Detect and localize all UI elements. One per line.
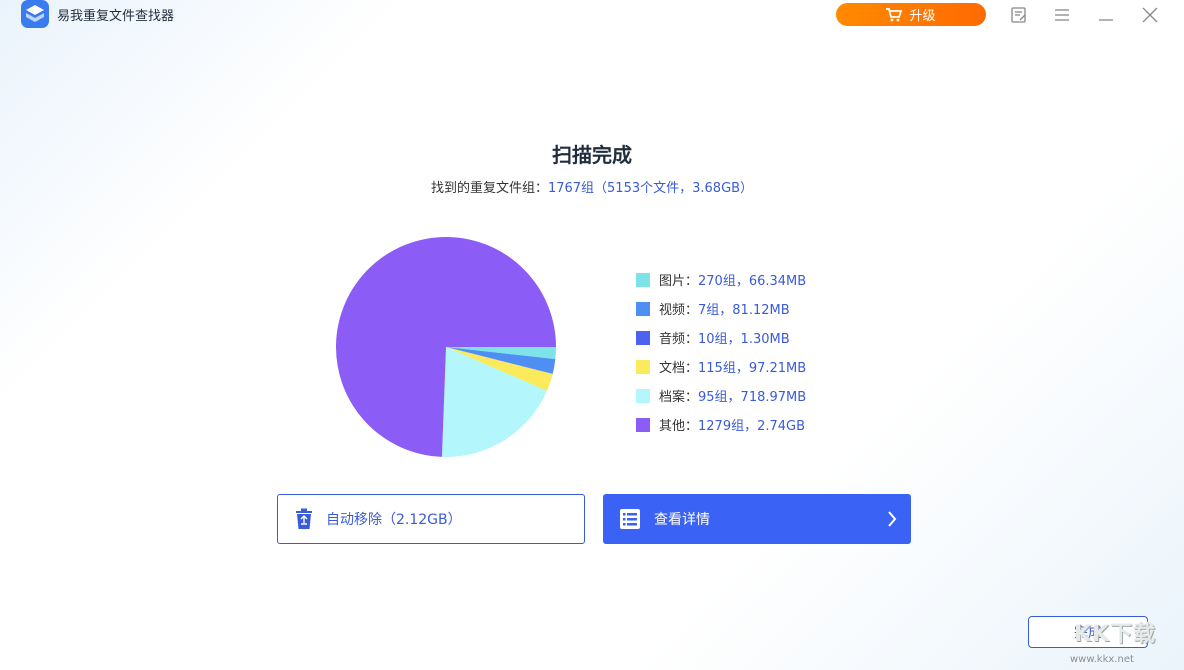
legend-item-audio: 音频： 10组，1.30MB — [636, 323, 806, 352]
list-icon — [620, 509, 640, 529]
cart-icon — [886, 7, 903, 21]
legend-label: 图片： — [659, 274, 699, 289]
legend-value: 115组，97.21MB — [698, 361, 807, 376]
minimize-icon[interactable] — [1097, 6, 1115, 24]
recycle-bin-icon — [296, 508, 312, 529]
watermark-logo: KK下载 — [1074, 622, 1157, 647]
title-bar: 易我重复文件查找器 升级 — [0, 0, 1184, 30]
summary-prefix: 找到的重复文件组： — [430, 181, 548, 196]
legend-swatch — [636, 388, 650, 403]
legend-item-videos: 视频： 7组，81.12MB — [636, 294, 806, 323]
scan-complete-heading: 扫描完成 — [552, 143, 632, 167]
feedback-icon[interactable] — [1010, 6, 1028, 24]
chevron-right-icon — [888, 511, 897, 527]
legend-value: 95组，718.97MB — [698, 390, 807, 405]
legend-swatch — [636, 359, 650, 374]
summary-value: 1767组（5153个文件，3.68GB） — [547, 181, 754, 196]
legend-swatch — [636, 330, 650, 345]
watermark-url: www.kkx.net — [1070, 654, 1134, 665]
legend-value: 7组，81.12MB — [698, 303, 790, 318]
legend-label: 其他： — [659, 419, 699, 434]
menu-icon[interactable] — [1053, 6, 1071, 24]
upgrade-button[interactable]: 升级 — [836, 3, 986, 26]
legend-item-documents: 文档： 115组，97.21MB — [636, 352, 806, 381]
legend-swatch — [636, 417, 650, 432]
legend-item-archives: 档案： 95组，718.97MB — [636, 381, 806, 410]
legend-item-other: 其他： 1279组，2.74GB — [636, 410, 806, 439]
auto-remove-button[interactable]: 自动移除（2.12GB） — [277, 494, 585, 544]
legend-swatch — [636, 301, 650, 316]
legend-item-images: 图片： 270组，66.34MB — [636, 265, 806, 294]
auto-remove-label: 自动移除（2.12GB） — [326, 512, 462, 528]
chart-legend: 图片： 270组，66.34MB 视频： 7组，81.12MB 音频： 10组，1.3… — [636, 265, 806, 439]
upgrade-label: 升级 — [909, 9, 936, 24]
legend-swatch — [636, 272, 650, 287]
legend-label: 文档： — [659, 361, 699, 376]
close-icon[interactable] — [1141, 6, 1159, 24]
app-title: 易我重复文件查找器 — [57, 9, 175, 24]
legend-label: 视频： — [659, 303, 699, 318]
legend-value: 270组，66.34MB — [698, 274, 807, 289]
legend-value: 10组，1.30MB — [698, 332, 790, 347]
legend-value: 1279组，2.74GB — [698, 419, 806, 434]
scan-summary: 找到的重复文件组：1767组（5153个文件，3.68GB） — [0, 177, 1184, 196]
legend-label: 音频： — [659, 332, 699, 347]
watermark: KK下载 www.kkx.net — [1068, 612, 1184, 670]
view-details-label: 查看详情 — [654, 512, 710, 528]
duplicate-files-pie-chart — [336, 236, 556, 457]
legend-label: 档案： — [659, 390, 699, 405]
view-details-button[interactable]: 查看详情 — [603, 494, 911, 544]
app-logo-icon — [21, 0, 49, 28]
